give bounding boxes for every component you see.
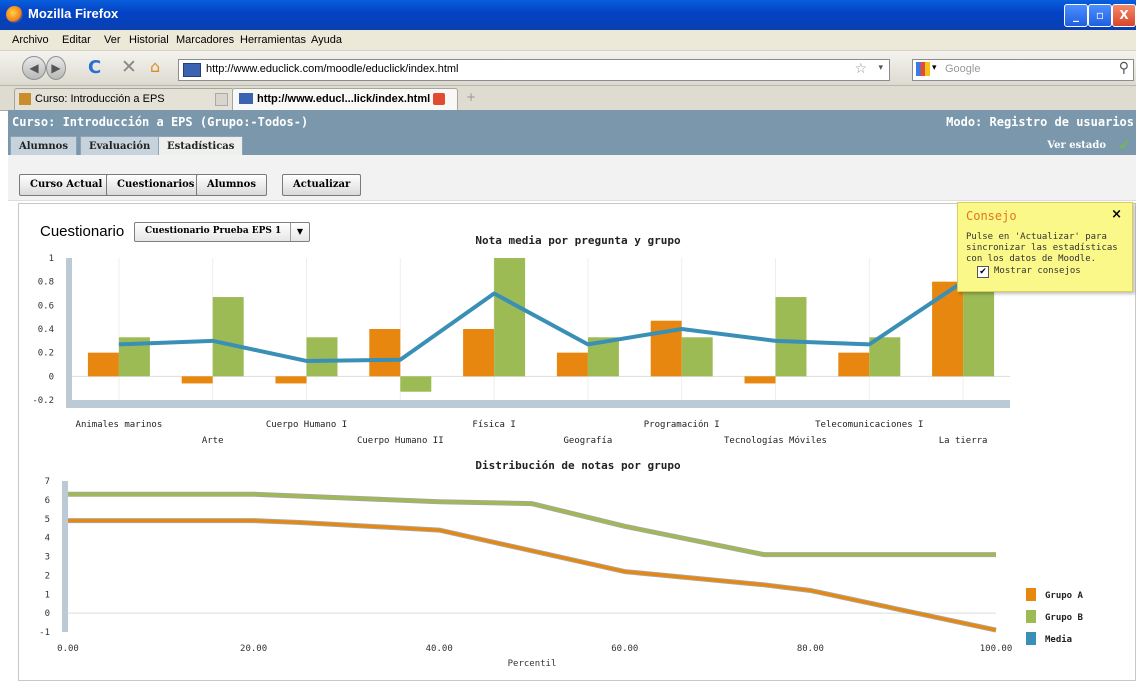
bar-grupo-b (494, 258, 526, 377)
tip-title: Consejo (966, 209, 1017, 223)
x-tick-label: 0.00 (57, 644, 79, 654)
bar-grupo-b (681, 337, 713, 377)
bar-grupo-b (775, 297, 807, 377)
tip-body: Pulse en 'Actualizar' para sincronizar l… (966, 232, 1118, 264)
bar-grupo-b (306, 337, 338, 377)
y-tick-label: 0.2 (38, 349, 54, 359)
legend-label: Grupo A (1045, 591, 1084, 601)
x-tick-label: La tierra (939, 436, 988, 446)
bar-grupo-a (87, 352, 119, 377)
bar-grupo-a (181, 376, 213, 384)
bar-chart: Nota media por pregunta y grupo 1 0.8 0.6 0.… (32, 234, 1084, 669)
y-tick-label: 3 (45, 553, 50, 563)
series-grupo-a-line (68, 519, 997, 632)
y-tick-label: 1 (49, 254, 54, 264)
x-tick-label: Cuerpo Humano II (357, 436, 444, 446)
bar-grupo-b (963, 281, 995, 377)
x-tick-label: Tecnologías Móviles (724, 435, 827, 446)
y-tick-label: -1 (39, 628, 50, 638)
x-tick-label: 80.00 (797, 644, 824, 654)
y-tick-label: 1 (45, 590, 50, 600)
bar-grupo-a (838, 352, 870, 377)
x-axis-label: Percentil (508, 659, 557, 669)
bar-grupo-a (932, 281, 964, 377)
y-tick-label: 0.8 (38, 278, 54, 288)
x-tick-label: 100.00 (980, 644, 1013, 654)
mostrar-consejos-checkbox[interactable]: ✔ (977, 266, 989, 278)
y-axis-bar (66, 258, 72, 400)
x-tick-label: Animales marinos (76, 420, 163, 430)
x-tick-label: 60.00 (611, 644, 638, 654)
x-tick-label: Telecomunicaciones I (815, 420, 923, 430)
bar-grupo-a (556, 352, 588, 377)
mostrar-consejos-label: Mostrar consejos (994, 266, 1081, 276)
legend-label: Media (1045, 634, 1072, 645)
y-tick-label: 0.6 (38, 301, 54, 311)
y-tick-label: -0.2 (32, 396, 54, 406)
bar-grupo-a (275, 376, 307, 384)
tip-close-button[interactable]: × (1111, 207, 1122, 222)
y-tick-label: 0 (49, 372, 54, 382)
bar-grupo-a (463, 329, 495, 377)
y-tick-label: 0 (45, 609, 50, 619)
legend-swatch (1026, 610, 1036, 623)
x-axis-bar (66, 400, 1010, 408)
y-tick-label: 7 (45, 477, 50, 487)
tip-box: Consejo × Pulse en 'Actualizar' para sin… (957, 202, 1133, 292)
x-tick-label: Programación I (644, 419, 720, 430)
legend-label: Grupo B (1045, 613, 1084, 623)
chart-title: Distribución de notas por grupo (475, 459, 681, 472)
series-media-line (118, 280, 965, 363)
bar-grupo-b (400, 376, 432, 392)
bar-grupo-a (369, 329, 401, 377)
x-tick-label: Cuerpo Humano I (266, 420, 347, 430)
y-tick-label: 5 (45, 515, 50, 525)
legend-swatch (1026, 588, 1036, 601)
bar-grupo-a (744, 376, 776, 384)
x-tick-label: Arte (202, 436, 224, 446)
x-tick-label: 20.00 (240, 644, 267, 654)
series-grupo-b-line (68, 492, 996, 557)
legend-swatch (1026, 632, 1036, 645)
series-shadow-line (68, 518, 997, 633)
y-tick-label: 2 (45, 571, 50, 581)
x-tick-label: 40.00 (426, 644, 453, 654)
y-tick-label: 0.4 (38, 325, 54, 335)
bar-grupo-b (212, 297, 244, 377)
x-tick-label: Física I (472, 420, 515, 430)
x-tick-label: Geografía (564, 436, 613, 446)
y-tick-label: 4 (45, 534, 50, 544)
y-tick-label: 6 (45, 496, 50, 506)
chart-title: Nota media por pregunta y grupo (475, 234, 681, 247)
y-axis-bar (62, 481, 68, 632)
